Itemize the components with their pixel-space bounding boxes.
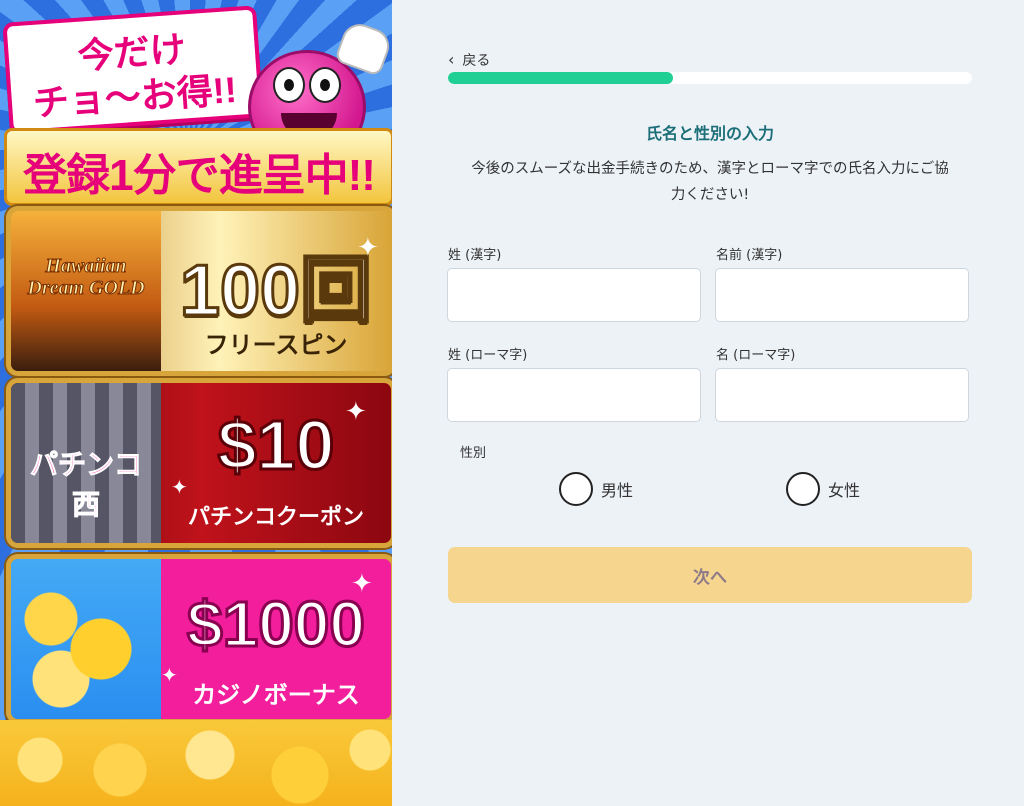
- promo-ribbon: 登録1分で進呈中!!: [4, 128, 392, 206]
- sparkle-icon: ✦: [345, 397, 367, 427]
- sparkle-icon: ✦: [171, 475, 188, 499]
- gender-option-label: 男性: [601, 481, 634, 500]
- card-caption: フリースピン: [204, 331, 348, 359]
- gender-option-male[interactable]: 男性: [559, 472, 633, 506]
- first-name-kanji-label: 名前 (漢字): [716, 248, 783, 263]
- promo-banner: 今だけ チョ〜お得!! 登録1分で進呈中!! Hawaiian Dream GO…: [0, 0, 392, 806]
- last-name-roman-label: 姓 (ローマ字): [448, 348, 528, 363]
- card-caption: カジノボーナス: [192, 681, 360, 709]
- registration-form: ‹ 戻る 氏名と性別の入力 今後のスムーズな出金手続きのため、漢字とローマ字での…: [392, 0, 1024, 806]
- form-description-line: 今後のスムーズな出金手続きのため、漢字とローマ字での氏名入力にご協: [471, 161, 949, 177]
- promo-card-casino-bonus: $1000 カジノボーナス ✦ ✦: [6, 554, 392, 724]
- sparkle-icon: ✦: [357, 233, 379, 263]
- ribbon-text: 登録1分で進呈中!!: [23, 151, 376, 200]
- sparkle-icon: ✦: [351, 569, 373, 599]
- slot-game-thumbnail: Hawaiian Dream GOLD: [11, 211, 161, 371]
- last-name-kanji-label: 姓 (漢字): [448, 248, 502, 263]
- form-description-line: 力ください!: [670, 187, 750, 203]
- promo-card-free-spins: Hawaiian Dream GOLD 100回 フリースピン ✦: [6, 206, 392, 376]
- card-caption: パチンコクーポン: [187, 505, 364, 530]
- form-description: 今後のスムーズな出金手続きのため、漢字とローマ字での氏名入力にご協 力ください!: [448, 156, 972, 208]
- chevron-left-icon: ‹: [448, 50, 455, 69]
- mascot-eye: [273, 67, 305, 103]
- promo-card-pachinko-coupon: パチンコ西 $10 パチンコクーポン ✦ ✦: [6, 378, 392, 548]
- progress-bar: [448, 72, 972, 84]
- pachinko-thumbnail: パチンコ西: [11, 383, 161, 543]
- form-title: 氏名と性別の入力: [645, 124, 774, 143]
- pachinko-logo-text: パチンコ西: [29, 449, 142, 521]
- gender-label: 性別: [460, 446, 487, 461]
- back-label: 戻る: [462, 53, 491, 69]
- radio-button[interactable]: [559, 472, 593, 506]
- radio-button[interactable]: [786, 472, 820, 506]
- last-name-roman-input[interactable]: [447, 368, 701, 422]
- game-logo-text: Hawaiian Dream GOLD: [27, 255, 145, 300]
- last-name-kanji-input[interactable]: [447, 268, 701, 322]
- first-name-roman-input[interactable]: [715, 368, 969, 422]
- gold-coins-image: [11, 559, 161, 719]
- back-link[interactable]: ‹ 戻る: [448, 50, 490, 70]
- gold-coins-pile: [0, 720, 392, 806]
- first-name-kanji-input[interactable]: [715, 268, 969, 322]
- mascot-eye: [309, 67, 341, 103]
- sparkle-icon: ✦: [161, 663, 178, 687]
- next-button[interactable]: 次へ: [448, 547, 972, 603]
- gender-option-label: 女性: [828, 481, 861, 500]
- gender-option-female[interactable]: 女性: [786, 472, 860, 506]
- first-name-roman-label: 名 (ローマ字): [716, 348, 796, 363]
- progress-bar-fill: [448, 72, 674, 84]
- headline-badge: 今だけ チョ〜お得!!: [2, 5, 264, 135]
